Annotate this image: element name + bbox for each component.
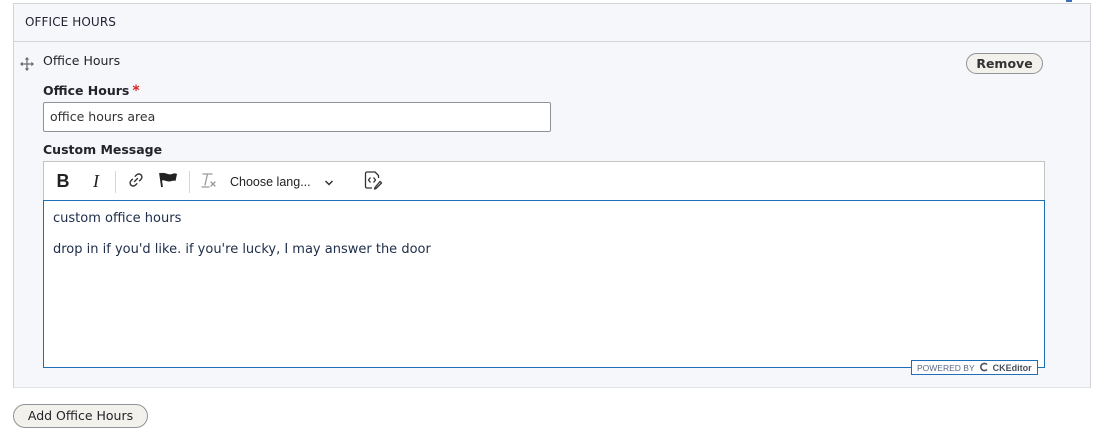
move-cross-icon[interactable] xyxy=(20,56,34,71)
powered-by-badge[interactable]: POWERED BY CKEditor xyxy=(911,360,1038,375)
source-button[interactable] xyxy=(358,162,388,201)
editor-toolbar: B I Choose lang... xyxy=(43,161,1045,200)
powered-by-text: POWERED BY xyxy=(917,362,975,373)
language-dropdown-value: Choose lang... xyxy=(230,174,311,189)
ckeditor-logo-icon xyxy=(979,362,989,374)
toolbar-separator xyxy=(115,171,116,193)
language-dropdown[interactable]: Choose lang... xyxy=(230,162,352,201)
custom-message-editor[interactable]: custom office hours drop in if you'd lik… xyxy=(43,200,1045,368)
remove-format-icon xyxy=(200,171,218,193)
remove-format-button[interactable] xyxy=(196,162,222,201)
top-edge-mark xyxy=(1066,0,1072,2)
link-button[interactable] xyxy=(122,162,150,201)
remove-button[interactable]: Remove xyxy=(966,53,1043,74)
bold-button[interactable]: B xyxy=(48,162,78,201)
source-edit-icon xyxy=(363,170,383,194)
required-marker: * xyxy=(132,83,140,99)
office-hours-input[interactable]: office hours area xyxy=(43,102,551,132)
chevron-down-icon xyxy=(324,172,334,191)
office-hours-label: Office Hours * xyxy=(43,83,140,99)
anchor-button[interactable] xyxy=(154,162,184,201)
editor-paragraph: drop in if you'd like. if you're lucky, … xyxy=(53,242,431,257)
toolbar-separator xyxy=(189,171,190,193)
custom-message-label: Custom Message xyxy=(43,142,163,157)
italic-button[interactable]: I xyxy=(82,162,110,201)
add-office-hours-button[interactable]: Add Office Hours xyxy=(13,404,148,428)
office-hours-section: OFFICE HOURS Office Hours Remove Office … xyxy=(13,3,1091,388)
section-title: OFFICE HOURS xyxy=(14,4,1090,42)
link-icon xyxy=(127,171,145,193)
powered-by-brand: CKEditor xyxy=(992,362,1032,373)
office-hours-label-text: Office Hours xyxy=(43,83,130,98)
editor-paragraph: custom office hours xyxy=(53,211,182,226)
item-title: Office Hours xyxy=(43,53,121,68)
flag-icon xyxy=(158,171,180,193)
